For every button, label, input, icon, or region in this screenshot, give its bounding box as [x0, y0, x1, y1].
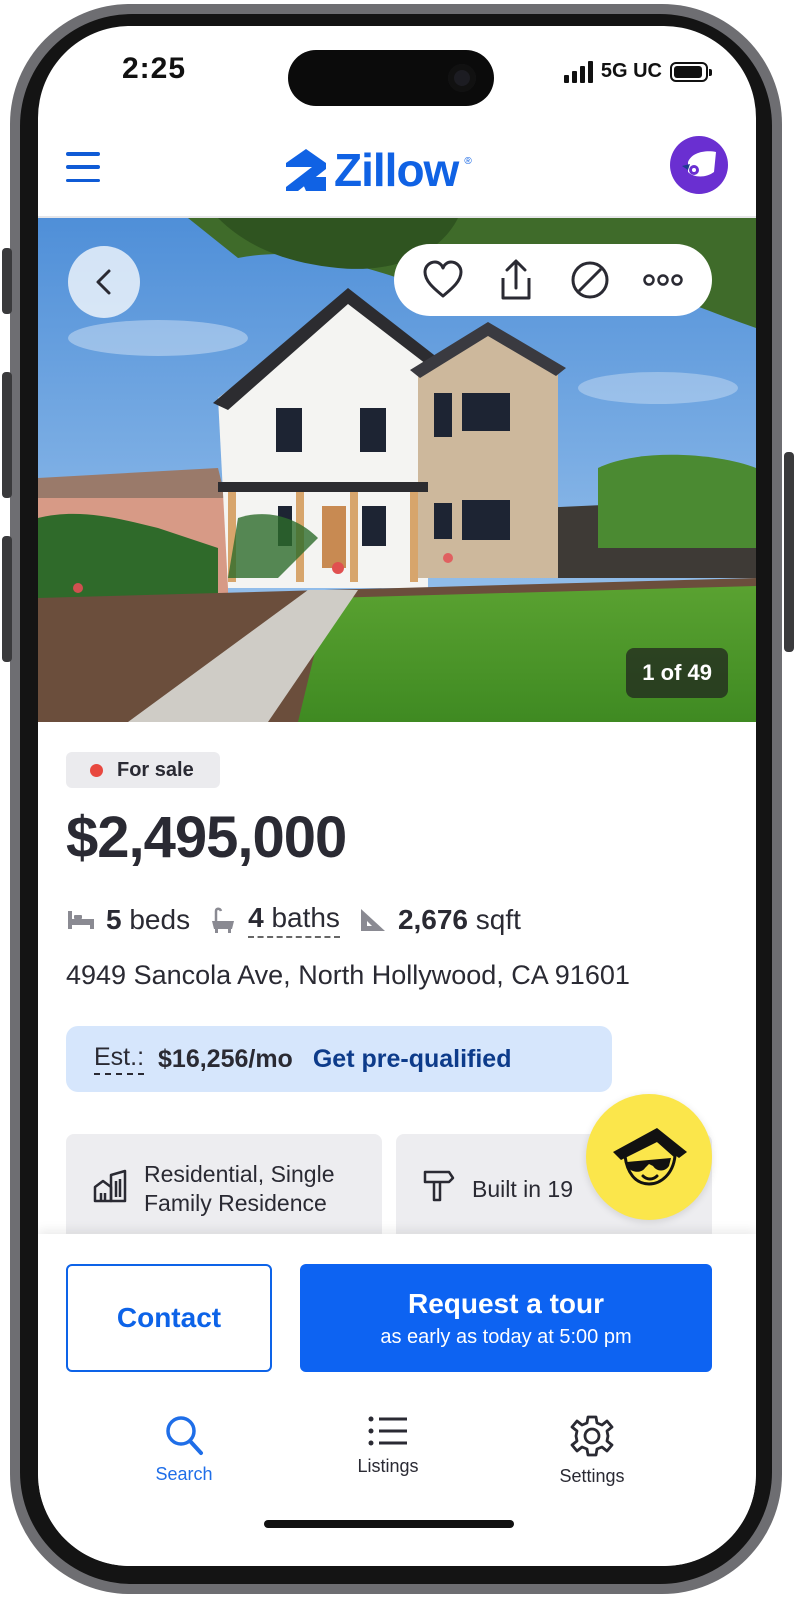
baths-label: baths [271, 902, 340, 933]
silent-switch [2, 248, 12, 314]
baths-count: 4 [248, 902, 264, 933]
hide-icon[interactable] [566, 256, 614, 304]
signal-icon [563, 60, 593, 83]
dynamic-island [288, 50, 494, 106]
request-tour-subtitle: as early as today at 5:00 pm [380, 1325, 632, 1348]
contact-button[interactable]: Contact [66, 1264, 272, 1372]
status-badge: For sale [66, 752, 220, 788]
bed-icon [66, 909, 96, 931]
bottom-panel: Contact Request a tour as early as today… [38, 1234, 756, 1566]
request-tour-title: Request a tour [407, 1287, 605, 1319]
zillow-house-icon [286, 149, 326, 191]
sqft-label: sqft [475, 904, 521, 935]
sqft-count: 2,676 [397, 904, 469, 935]
network-type: 5G UC [600, 60, 662, 82]
est-label[interactable]: Est.: [94, 1043, 145, 1075]
listing-photo[interactable]: 1 of 49 [38, 218, 756, 722]
request-tour-button[interactable]: Request a tour as early as today at 5:00… [300, 1264, 712, 1372]
beds-count: 5 [106, 904, 122, 935]
home-facts: 5 beds 4 baths 2,676 sqft [66, 902, 539, 938]
get-prequalified-link[interactable]: Get pre-qualified [313, 1045, 512, 1074]
volume-up-button [2, 372, 12, 498]
bath-icon [208, 905, 238, 935]
menu-icon[interactable] [66, 152, 100, 182]
photo-counter: 1 of 49 [626, 648, 728, 698]
app-header: Zillow ® [38, 130, 756, 218]
beds-fact: 5 beds [66, 904, 190, 936]
heart-icon[interactable] [419, 256, 467, 304]
building-icon [92, 1169, 128, 1210]
property-type-line1: Residential, Single [144, 1161, 335, 1188]
tab-settings-label: Settings [559, 1466, 625, 1486]
back-button[interactable] [68, 246, 140, 318]
tab-listings[interactable]: Listings [318, 1414, 458, 1477]
property-type-card: Residential, Single Family Residence [66, 1134, 382, 1244]
list-icon [368, 1416, 407, 1446]
screen: 2:25 5G UC Zillow ® 1 of 49 For sale $2,… [38, 26, 756, 1566]
gear-icon [570, 1415, 614, 1457]
zillow-logo[interactable]: Zillow ® [284, 142, 472, 198]
listing-price: $2,495,000 [66, 805, 347, 870]
status-label: For sale [117, 758, 194, 781]
listing-address: 4949 Sancola Ave, North Hollywood, CA 91… [66, 960, 630, 990]
camera-icon [448, 64, 476, 92]
status-indicators: 5G UC [563, 60, 712, 83]
ruler-icon [358, 906, 388, 934]
share-icon[interactable] [492, 256, 540, 304]
beds-label: beds [129, 904, 191, 935]
property-type-line2: Family Residence [144, 1190, 327, 1216]
avatar-bird-icon [682, 151, 716, 177]
status-time: 2:25 [122, 52, 187, 85]
chevron-left-icon [96, 269, 111, 295]
logo-registered-mark: ® [464, 156, 472, 167]
photo-actions [394, 244, 712, 316]
volume-down-button [2, 536, 12, 662]
search-icon [166, 1416, 203, 1455]
tab-bar: Search Listings Settings [38, 1406, 756, 1506]
year-built-text: Built in 19 [472, 1175, 574, 1202]
baths-fact[interactable]: 4 baths [208, 902, 340, 938]
tab-search[interactable]: Search [114, 1414, 254, 1485]
home-indicator[interactable] [264, 1520, 514, 1528]
house-sunglasses-icon [613, 1128, 687, 1186]
battery-icon [670, 61, 712, 82]
avatar[interactable] [670, 136, 728, 194]
logo-wordmark: Zillow [334, 144, 459, 196]
tab-search-label: Search [155, 1464, 213, 1484]
power-button [784, 452, 794, 652]
estimated-payment[interactable]: Est.: $16,256/mo Get pre-qualified [66, 1026, 612, 1092]
status-dot [90, 763, 103, 777]
tab-listings-label: Listings [357, 1456, 419, 1476]
hammer-icon [422, 1168, 456, 1211]
more-icon[interactable] [639, 256, 687, 304]
sqft-fact: 2,676 sqft [358, 904, 521, 936]
tab-settings[interactable]: Settings [522, 1414, 662, 1487]
est-value: $16,256/mo [158, 1044, 293, 1073]
assistant-button[interactable] [586, 1094, 712, 1220]
